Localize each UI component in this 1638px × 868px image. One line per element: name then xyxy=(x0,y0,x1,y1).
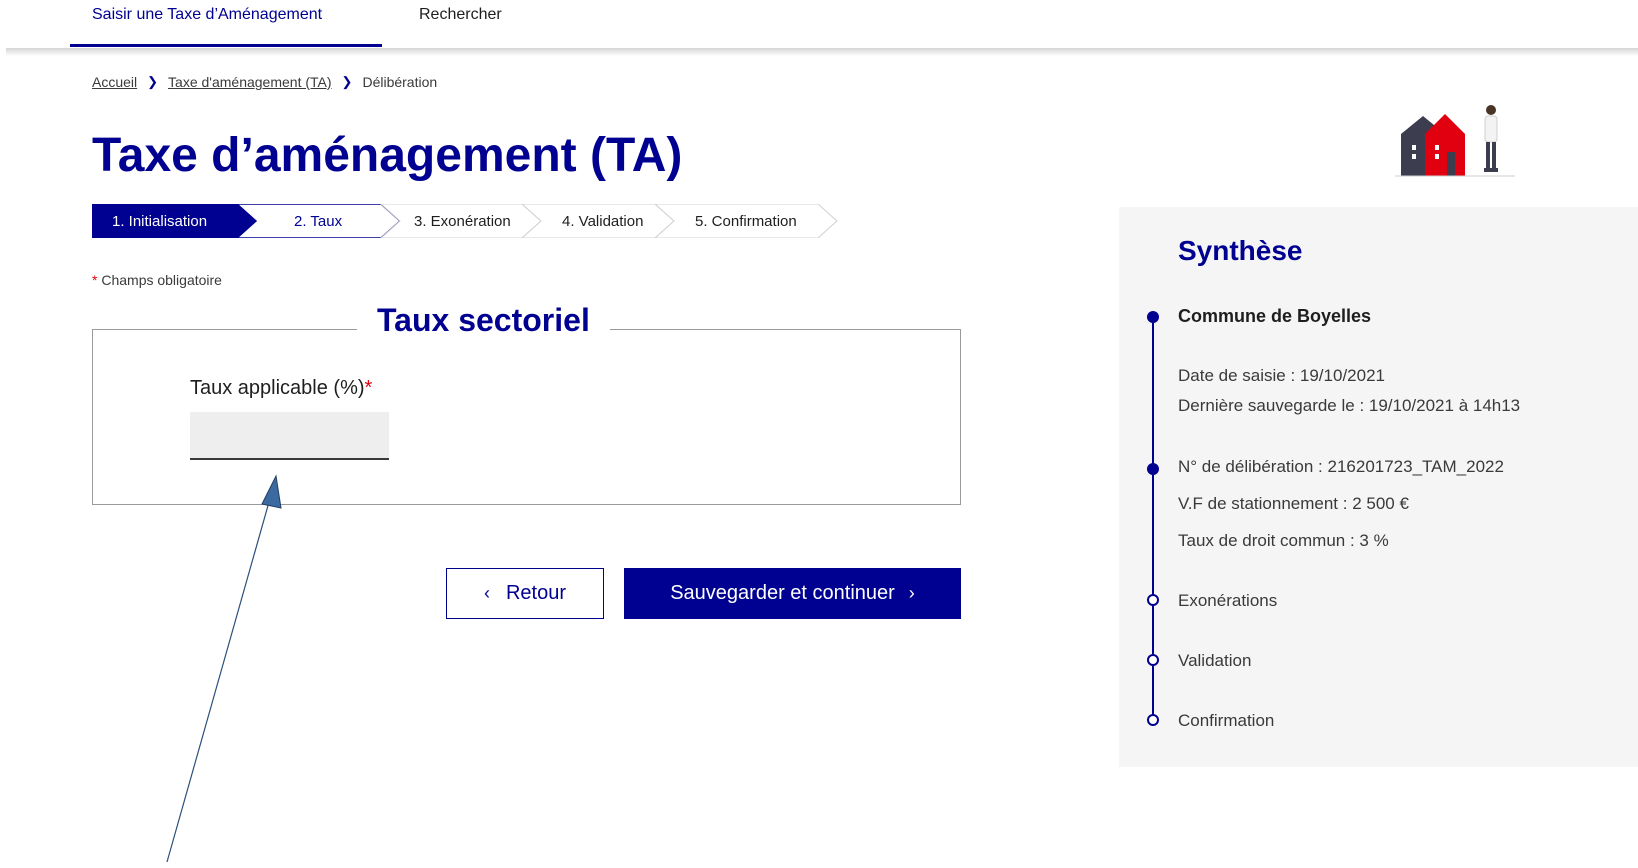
required-star: * xyxy=(364,377,373,399)
timeline-dot-deliberation xyxy=(1147,463,1159,475)
synthese-deliberation: N° de délibération : 216201723_TAM_2022 xyxy=(1178,457,1504,476)
step-confirmation[interactable]: 5. Confirmation xyxy=(695,213,797,230)
stepper: 1. Initialisation 2. Taux 3. Exonération… xyxy=(92,204,842,238)
taux-applicable-input[interactable] xyxy=(190,412,389,460)
timeline-dot-validation xyxy=(1147,654,1159,666)
chevron-right-icon: ❯ xyxy=(341,74,353,89)
back-button-label: Retour xyxy=(505,582,567,604)
top-navigation: Saisir une Taxe d’Aménagement Rechercher xyxy=(0,0,1638,48)
rate-label-text: Taux applicable (%) xyxy=(190,377,365,399)
timeline-dot-confirmation xyxy=(1147,714,1159,726)
step-initialisation[interactable]: 1. Initialisation xyxy=(112,213,207,230)
synthese-step-exonerations: Exonérations xyxy=(1178,591,1278,610)
synthese-step-validation: Validation xyxy=(1178,651,1252,670)
nav-shadow xyxy=(6,48,1638,56)
breadcrumb-taxe[interactable]: Taxe d'aménagement (TA) xyxy=(168,74,332,90)
synthese-derniere-sauvegarde: Dernière sauvegarde le : 19/10/2021 à 14… xyxy=(1178,396,1521,415)
breadcrumb: Accueil ❯ Taxe d'aménagement (TA) ❯ Déli… xyxy=(92,74,437,90)
synthese-vf-stationnement: V.F de stationnement : 2 500 € xyxy=(1178,494,1409,513)
required-star: * xyxy=(92,272,98,288)
breadcrumb-current: Délibération xyxy=(362,74,438,90)
back-button[interactable]: ‹ Retour xyxy=(446,568,604,619)
step-validation[interactable]: 4. Validation xyxy=(562,213,643,230)
synthese-title: Synthèse xyxy=(1178,235,1303,266)
step-exoneration[interactable]: 3. Exonération xyxy=(414,213,511,230)
synthese-panel xyxy=(1119,207,1638,767)
chevron-right-icon: › xyxy=(908,583,915,603)
chevron-left-icon: ‹ xyxy=(483,583,490,603)
synthese-date-saisie: Date de saisie : 19/10/2021 xyxy=(1178,366,1385,385)
breadcrumb-accueil[interactable]: Accueil xyxy=(92,74,137,90)
fieldset-legend: Taux sectoriel xyxy=(357,302,610,339)
rate-label: Taux applicable (%)* xyxy=(190,377,372,400)
timeline-dot-exonerations xyxy=(1147,594,1159,606)
synthese-step-confirmation: Confirmation xyxy=(1178,711,1275,730)
synthese-commune: Commune de Boyelles xyxy=(1178,306,1372,326)
nav-item-saisir[interactable]: Saisir une Taxe d’Aménagement xyxy=(92,6,322,24)
nav-item-rechercher[interactable]: Rechercher xyxy=(419,6,502,24)
synthese-taux-droit-commun: Taux de droit commun : 3 % xyxy=(1178,531,1389,550)
house-illustration xyxy=(1395,105,1515,177)
nav-active-indicator xyxy=(70,44,382,47)
required-fields-note: * Champs obligatoire xyxy=(92,272,222,288)
person-illustration xyxy=(1484,105,1498,172)
chevron-right-icon: ❯ xyxy=(147,74,159,89)
page-title: Taxe d’aménagement (TA) xyxy=(92,129,683,182)
save-continue-button[interactable]: Sauvegarder et continuer › xyxy=(624,568,961,619)
step-taux[interactable]: 2. Taux xyxy=(294,213,342,230)
timeline-dot-commune xyxy=(1147,311,1159,323)
save-button-label: Sauvegarder et continuer xyxy=(670,582,895,604)
required-note-text: Champs obligatoire xyxy=(101,272,222,288)
